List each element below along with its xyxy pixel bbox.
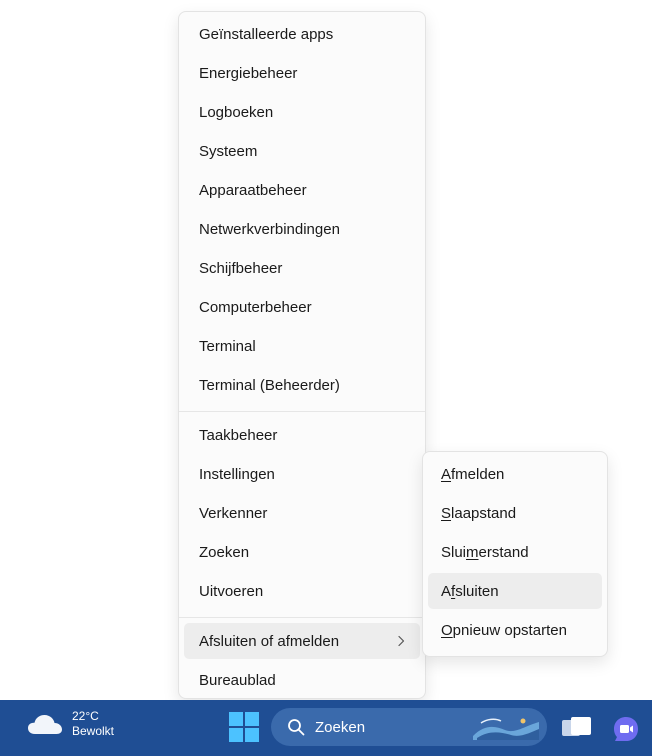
windows-start-icon[interactable]	[228, 711, 260, 743]
task-view-icon[interactable]	[560, 714, 594, 742]
cloud-icon	[28, 715, 62, 734]
menu-item-label: Terminal (Beheerder)	[199, 376, 340, 394]
menu-item-label: Uitvoeren	[199, 582, 264, 600]
search-input[interactable]: Zoeken	[315, 719, 365, 736]
menu-item-label: Afsluiten of afmelden	[199, 632, 340, 650]
taskbar-search-box[interactable]: Zoeken	[271, 708, 547, 746]
menu-item-terminal-admin[interactable]: Terminal (Beheerder)	[184, 367, 420, 403]
weather-widget[interactable]: 22°C Bewolkt	[26, 709, 114, 739]
winx-context-menu: Geïnstalleerde apps Energiebeheer Logboe…	[178, 11, 426, 699]
submenu-item-label: Slaapstand	[441, 504, 517, 522]
menu-item-label: Netwerkverbindingen	[199, 220, 340, 238]
menu-item-search[interactable]: Zoeken	[184, 534, 420, 570]
submenu-item-shut-down[interactable]: Afsluiten	[428, 573, 602, 609]
menu-item-label: Verkenner	[199, 504, 268, 522]
menu-item-label: Computerbeheer	[199, 298, 312, 316]
menu-group-apps: Taakbeheer Instellingen Verkenner Zoeken…	[179, 413, 425, 616]
menu-item-label: Instellingen	[199, 465, 275, 483]
chevron-right-icon	[398, 635, 405, 647]
taskbar: 22°C Bewolkt Zoeken	[0, 700, 652, 756]
menu-item-shutdown-or-sign-out[interactable]: Afsluiten of afmelden	[184, 623, 420, 659]
menu-divider	[179, 411, 425, 412]
menu-item-system[interactable]: Systeem	[184, 133, 420, 169]
search-highlight-icon	[473, 718, 539, 740]
submenu-item-sleep[interactable]: Slaapstand	[428, 495, 602, 531]
menu-item-file-explorer[interactable]: Verkenner	[184, 495, 420, 531]
menu-item-run[interactable]: Uitvoeren	[184, 573, 420, 609]
menu-item-computer-management[interactable]: Computerbeheer	[184, 289, 420, 325]
weather-text: 22°C Bewolkt	[72, 709, 114, 739]
search-icon	[288, 719, 305, 736]
menu-item-label: Systeem	[199, 142, 258, 160]
menu-item-label: Terminal	[199, 337, 256, 355]
submenu-item-label: Afmelden	[441, 465, 505, 483]
menu-item-disk-management[interactable]: Schijfbeheer	[184, 250, 420, 286]
weather-temperature: 22°C	[72, 709, 99, 723]
weather-condition: Bewolkt	[72, 724, 115, 738]
menu-item-installed-apps[interactable]: Geïnstalleerde apps	[184, 16, 420, 52]
submenu-item-restart[interactable]: Opnieuw opstarten	[428, 612, 602, 648]
submenu-item-label: Opnieuw opstarten	[441, 621, 567, 639]
menu-item-label: Schijfbeheer	[199, 259, 283, 277]
submenu-item-label: Afsluiten	[441, 582, 499, 600]
menu-item-desktop[interactable]: Bureaublad	[184, 662, 420, 698]
menu-item-label: Geïnstalleerde apps	[199, 25, 334, 43]
menu-item-label: Apparaatbeheer	[199, 181, 307, 199]
menu-item-task-manager[interactable]: Taakbeheer	[184, 417, 420, 453]
shutdown-submenu: Afmelden Slaapstand Sluimerstand Afsluit…	[422, 451, 608, 657]
menu-item-event-viewer[interactable]: Logboeken	[184, 94, 420, 130]
submenu-item-label: Sluimerstand	[441, 543, 529, 561]
menu-divider	[179, 617, 425, 618]
menu-item-terminal[interactable]: Terminal	[184, 328, 420, 364]
menu-item-label: Energiebeheer	[199, 64, 298, 82]
menu-item-settings[interactable]: Instellingen	[184, 456, 420, 492]
menu-item-power-options[interactable]: Energiebeheer	[184, 55, 420, 91]
menu-item-label: Zoeken	[199, 543, 250, 561]
submenu-item-sign-out[interactable]: Afmelden	[428, 456, 602, 492]
video-call-icon[interactable]	[612, 715, 640, 743]
menu-item-label: Taakbeheer	[199, 426, 278, 444]
menu-item-label: Bureaublad	[199, 671, 276, 689]
menu-group-shutdown: Afsluiten of afmelden Bureaublad	[179, 619, 425, 705]
submenu-item-hibernate[interactable]: Sluimerstand	[428, 534, 602, 570]
menu-item-device-manager[interactable]: Apparaatbeheer	[184, 172, 420, 208]
menu-group-tools: Geïnstalleerde apps Energiebeheer Logboe…	[179, 12, 425, 410]
menu-item-network-connections[interactable]: Netwerkverbindingen	[184, 211, 420, 247]
menu-item-label: Logboeken	[199, 103, 274, 121]
